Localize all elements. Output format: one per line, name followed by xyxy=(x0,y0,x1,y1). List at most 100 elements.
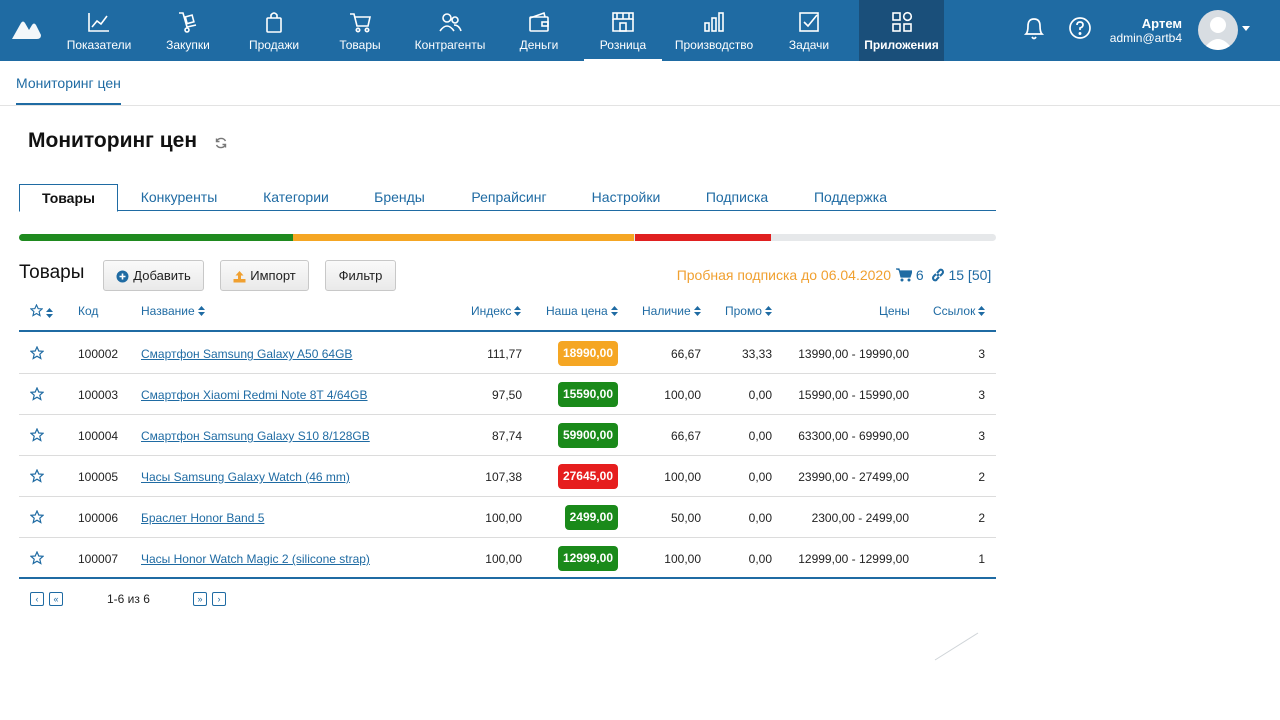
pager-first-button[interactable]: « xyxy=(49,592,63,606)
nav-label: Показатели xyxy=(66,38,132,52)
th-code[interactable]: Код xyxy=(78,304,98,318)
nav-label: Контрагенты xyxy=(414,38,486,52)
cell-availability: 100,00 xyxy=(664,470,701,484)
product-link[interactable]: Смартфон Samsung Galaxy S10 8/128GB xyxy=(141,429,370,443)
nav-item-tasks[interactable]: Задачи xyxy=(782,0,836,61)
th-our-price[interactable]: Наша цена xyxy=(546,304,618,318)
nav-item-purchases[interactable]: Закупки xyxy=(156,0,220,61)
avatar[interactable] xyxy=(1198,10,1238,50)
tab-repricing[interactable]: Репрайсинг xyxy=(448,184,570,211)
cell-code: 100004 xyxy=(78,429,119,443)
stats: 6 15 [50] xyxy=(896,267,991,283)
store-icon xyxy=(612,12,634,32)
table-bottom-border xyxy=(19,577,996,579)
bell-icon[interactable] xyxy=(1022,15,1046,41)
table-row: 100004 Смартфон Samsung Galaxy S10 8/128G… xyxy=(19,415,996,456)
cell-code: 100007 xyxy=(78,552,119,566)
product-link[interactable]: Часы Honor Watch Magic 2 (silicone strap… xyxy=(141,552,370,566)
apps-grid-icon xyxy=(891,11,912,32)
tab-brands[interactable]: Бренды xyxy=(352,184,447,211)
th-promo[interactable]: Промо xyxy=(725,304,772,318)
th-name[interactable]: Название xyxy=(141,304,205,318)
cell-availability: 100,00 xyxy=(664,388,701,402)
cell-index: 100,00 xyxy=(485,552,522,566)
our-price-badge: 12999,00 xyxy=(557,546,618,571)
table-row: 100005 Часы Samsung Galaxy Watch (46 mm) 1… xyxy=(19,456,996,497)
nav-item-apps[interactable]: Приложения xyxy=(859,0,944,61)
tab-categories[interactable]: Категории xyxy=(241,184,351,211)
th-availability[interactable]: Наличие xyxy=(642,304,701,318)
pager-last-button[interactable]: » xyxy=(193,592,207,606)
plus-circle-icon xyxy=(116,270,129,283)
our-price-badge: 18990,00 xyxy=(557,341,618,366)
table-row: 100002 Смартфон Samsung Galaxy A50 64GB 11… xyxy=(19,333,996,374)
th-prices[interactable]: Цены xyxy=(879,304,910,318)
our-price-badge: 15590,00 xyxy=(557,382,618,407)
filter-button[interactable]: Фильтр xyxy=(325,260,396,291)
tab-support[interactable]: Поддержка xyxy=(793,184,908,211)
add-button[interactable]: Добавить xyxy=(103,260,204,291)
link-count[interactable]: 15 [50] xyxy=(948,267,991,283)
page-title: Мониторинг цен xyxy=(28,129,198,152)
star-icon[interactable] xyxy=(30,551,44,565)
product-link[interactable]: Часы Samsung Galaxy Watch (46 mm) xyxy=(141,470,350,484)
product-link[interactable]: Смартфон Samsung Galaxy A50 64GB xyxy=(141,347,352,361)
product-link[interactable]: Смартфон Xiaomi Redmi Note 8T 4/64GB xyxy=(141,388,368,402)
table-row: 100003 Смартфон Xiaomi Redmi Note 8T 4/64… xyxy=(19,374,996,415)
nav-label: Товары xyxy=(339,38,381,52)
chevron-down-icon[interactable] xyxy=(1242,26,1250,31)
product-link[interactable]: Браслет Honor Band 5 xyxy=(141,511,264,525)
nav-item-indicators[interactable]: Показатели xyxy=(62,0,136,61)
add-button-label: Добавить xyxy=(133,268,191,283)
nav-item-production[interactable]: Производство xyxy=(670,0,758,61)
star-icon[interactable] xyxy=(30,469,44,483)
th-favorite[interactable] xyxy=(29,303,53,320)
nav-label: Задачи xyxy=(788,38,830,52)
progress-segment xyxy=(292,234,635,241)
help-icon[interactable] xyxy=(1068,16,1092,40)
user-silhouette-icon xyxy=(1203,17,1233,50)
tab-competitors[interactable]: Конкуренты xyxy=(118,184,240,211)
nav-item-sales[interactable]: Продажи xyxy=(240,0,308,61)
star-icon[interactable] xyxy=(30,510,44,524)
cell-promo: 0,00 xyxy=(748,511,772,525)
bar-chart-icon xyxy=(704,12,724,32)
checkbox-icon xyxy=(799,12,819,32)
shopping-bag-icon xyxy=(266,12,282,33)
star-icon[interactable] xyxy=(30,346,44,360)
cart-icon xyxy=(350,13,371,33)
th-index[interactable]: Индекс xyxy=(471,304,522,318)
th-links[interactable]: Ссылок xyxy=(933,304,986,318)
cell-code: 100002 xyxy=(78,347,119,361)
cell-prices: 2300,00 - 2499,00 xyxy=(811,511,909,525)
pager-next-button[interactable]: › xyxy=(212,592,226,606)
tab-subscription[interactable]: Подписка xyxy=(682,184,792,211)
refresh-icon[interactable] xyxy=(214,136,228,150)
tab-settings[interactable]: Настройки xyxy=(571,184,681,211)
nav-label: Приложения xyxy=(864,38,939,52)
star-icon[interactable] xyxy=(30,428,44,442)
cell-promo: 0,00 xyxy=(748,470,772,484)
our-price-badge: 2499,00 xyxy=(564,505,618,530)
upload-icon xyxy=(233,271,246,283)
cell-prices: 63300,00 - 69990,00 xyxy=(798,429,909,443)
cell-prices: 23990,00 - 27499,00 xyxy=(798,470,909,484)
cart-dolly-icon xyxy=(179,12,197,33)
sort-icon xyxy=(610,306,618,316)
nav-item-money[interactable]: Деньги xyxy=(512,0,566,61)
user-login[interactable]: admin@artb4 xyxy=(1110,31,1182,45)
nav-item-contractors[interactable]: Контрагенты xyxy=(408,0,492,61)
subnav-item-price-monitoring[interactable]: Мониторинг цен xyxy=(16,75,121,105)
logo-icon[interactable] xyxy=(10,17,42,41)
cart-count: 6 xyxy=(915,267,924,283)
import-button[interactable]: Импорт xyxy=(220,260,309,291)
tab-goods[interactable]: Товары xyxy=(19,184,118,212)
status-progress-bar xyxy=(19,234,996,241)
people-icon xyxy=(439,13,462,32)
star-icon[interactable] xyxy=(30,387,44,401)
nav-item-goods[interactable]: Товары xyxy=(330,0,390,61)
pager-prev-button[interactable]: ‹ xyxy=(30,592,44,606)
user-name[interactable]: Артем xyxy=(1142,16,1182,31)
sort-icon xyxy=(693,306,701,316)
nav-item-retail[interactable]: Розница xyxy=(584,0,662,61)
